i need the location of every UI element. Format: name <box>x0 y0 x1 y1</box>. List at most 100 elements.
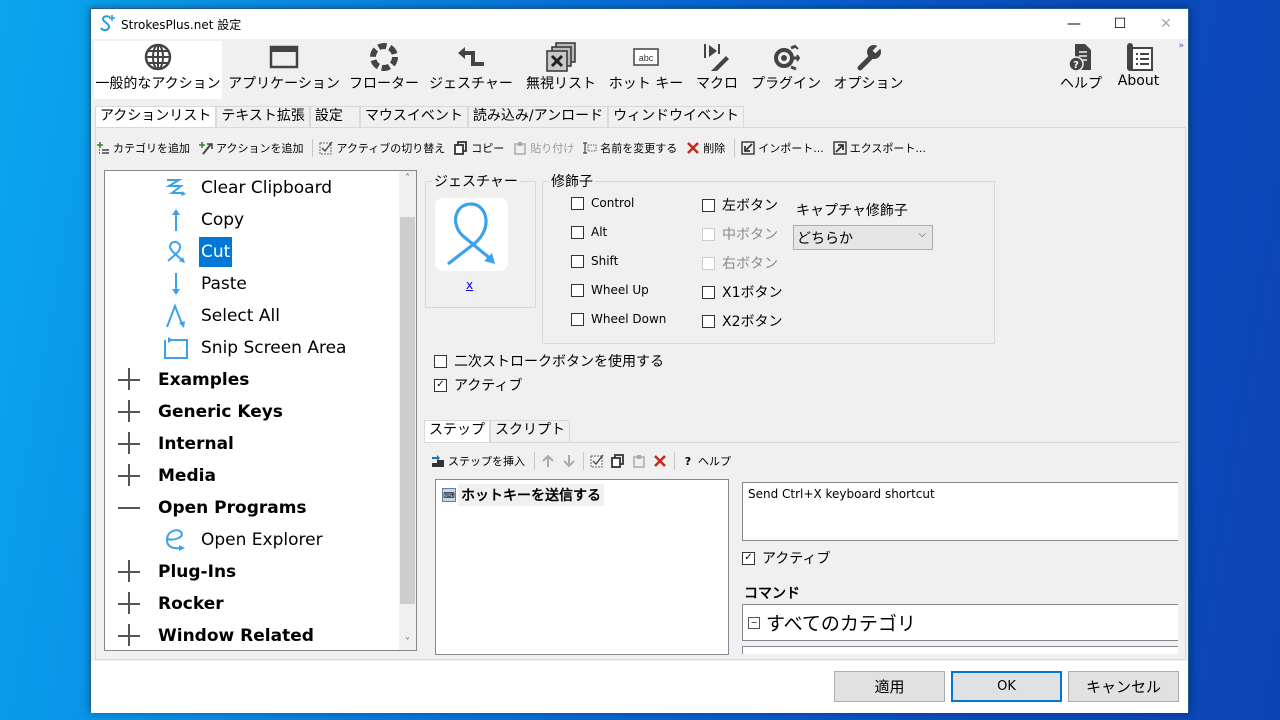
svg-text:?: ? <box>1073 60 1079 71</box>
x1-button-checkbox[interactable]: X1ボタン <box>702 282 783 302</box>
command-category-tree[interactable]: − すべてのカテゴリ <box>742 604 1178 641</box>
tree-item-copy[interactable]: Copy <box>162 205 246 235</box>
checkbox-label: X1ボタン <box>722 285 783 301</box>
tree-item-snip-screen-area[interactable]: Snip Screen Area <box>162 333 348 363</box>
add-action-button[interactable]: アクションを追加 <box>199 140 303 156</box>
step-toggle-active-button[interactable] <box>590 454 607 468</box>
ribbon-applications[interactable]: アプリケーション <box>228 41 340 99</box>
gesture-name-link[interactable]: x <box>466 278 473 292</box>
tab-action-list[interactable]: アクションリスト <box>95 106 217 128</box>
wheel-down-checkbox[interactable]: Wheel Down <box>571 312 666 326</box>
move-up-button[interactable] <box>541 454 558 468</box>
ribbon-label: ヘルプ <box>1060 76 1102 92</box>
tab-window-events[interactable]: ウィンドウイベント <box>608 106 745 127</box>
cancel-button[interactable]: キャンセル <box>1068 671 1179 702</box>
tab-load-unload[interactable]: 読み込み/アンロード <box>467 106 609 127</box>
export-button[interactable]: エクスポート... <box>833 140 926 156</box>
ribbon-help[interactable]: ? ヘルプ <box>1056 41 1106 99</box>
expand-icon[interactable] <box>118 624 142 648</box>
tree-item-cut[interactable]: Cut <box>162 237 233 267</box>
control-checkbox[interactable]: Control <box>571 196 634 210</box>
copy-button[interactable]: コピー <box>454 140 504 156</box>
right-button-checkbox[interactable]: 右ボタン <box>702 253 778 273</box>
import-button[interactable]: インポート... <box>741 140 824 156</box>
ribbon-ignore-list[interactable]: 無視リスト <box>526 41 596 99</box>
wheel-up-checkbox[interactable]: Wheel Up <box>571 283 649 297</box>
ok-button[interactable]: OK <box>951 671 1062 702</box>
tree-item-select-all[interactable]: Select All <box>162 301 282 331</box>
expand-icon[interactable] <box>118 560 142 584</box>
apply-button[interactable]: 適用 <box>834 671 945 702</box>
expand-icon[interactable] <box>118 592 142 616</box>
step-paste-button[interactable] <box>632 454 649 468</box>
tab-mouse-events[interactable]: マウスイベント <box>359 106 468 127</box>
collapse-box-icon[interactable]: − <box>748 616 760 629</box>
tree-category-internal[interactable]: Internal <box>118 429 234 459</box>
toolbar-separator <box>534 452 535 470</box>
tab-settings[interactable]: 設定 <box>309 106 360 127</box>
minimize-button[interactable]: — <box>1051 9 1097 39</box>
tree-item-open-explorer[interactable]: Open Explorer <box>162 525 325 555</box>
tree-item-paste[interactable]: Paste <box>162 269 249 299</box>
scroll-down-icon[interactable]: ˅ <box>399 637 416 648</box>
move-down-button[interactable] <box>562 454 579 468</box>
scroll-up-icon[interactable]: ˄ <box>399 173 416 184</box>
tree-category-plug-ins[interactable]: Plug-Ins <box>118 557 236 587</box>
tab-text-expansion[interactable]: テキスト拡張 <box>216 106 310 127</box>
x2-button-checkbox[interactable]: X2ボタン <box>702 311 783 331</box>
gesture-preview[interactable] <box>435 198 508 271</box>
tab-steps[interactable]: ステップ <box>424 420 490 442</box>
ribbon-hotkeys[interactable]: abc ホット キー <box>609 41 683 99</box>
step-active-checkbox[interactable]: ✓ アクティブ <box>742 548 830 568</box>
ribbon-about[interactable]: About <box>1116 41 1161 99</box>
delete-button[interactable]: 削除 <box>686 140 725 156</box>
tree-category-rocker[interactable]: Rocker <box>118 589 224 619</box>
ribbon-general-actions[interactable]: 一般的なアクション <box>94 41 222 99</box>
ribbon-macros[interactable]: マクロ <box>695 41 739 99</box>
scrollbar-thumb[interactable] <box>400 217 415 604</box>
secondary-stroke-checkbox[interactable]: 二次ストロークボタンを使用する <box>434 351 664 371</box>
tree-category-media[interactable]: Media <box>118 461 216 491</box>
tree-category-open-programs[interactable]: Open Programs <box>118 493 307 523</box>
step-item[interactable]: ⌨ ホットキーを送信する <box>442 484 604 506</box>
tree-category-examples[interactable]: Examples <box>118 365 249 395</box>
tree-scrollbar[interactable]: ˄ ˅ <box>399 171 416 650</box>
expand-icon[interactable] <box>118 432 142 456</box>
shift-checkbox[interactable]: Shift <box>571 254 618 268</box>
insert-step-button[interactable]: ステップを挿入 <box>431 453 525 469</box>
expand-icon[interactable] <box>118 400 142 424</box>
ribbon-options[interactable]: オプション <box>834 41 904 99</box>
toggle-active-button[interactable]: アクティブの切り替え <box>319 140 445 156</box>
capture-modifier-select[interactable]: どちらか ⌵ <box>793 225 933 250</box>
tree-category-generic-keys[interactable]: Generic Keys <box>118 397 283 427</box>
expand-icon[interactable] <box>118 464 142 488</box>
command-list-box[interactable] <box>742 646 1178 654</box>
ribbon-floater[interactable]: フローター <box>349 41 419 99</box>
left-button-checkbox[interactable]: 左ボタン <box>702 195 778 215</box>
tree-item-label: Open Explorer <box>201 530 323 550</box>
tree-category-window-related[interactable]: Window Related <box>118 621 314 650</box>
step-help-button[interactable]: ? ヘルプ <box>681 453 731 469</box>
step-copy-button[interactable] <box>611 454 628 468</box>
tree-item-clear-clipboard[interactable]: Clear Clipboard <box>162 173 334 203</box>
ribbon-plugins[interactable]: プラグイン <box>751 41 821 99</box>
paste-button[interactable]: 貼り付け <box>513 140 574 156</box>
select-value: どちらか <box>797 231 853 247</box>
expand-icon[interactable] <box>118 368 142 392</box>
action-tree[interactable]: Clear Clipboard Copy Cut Paste Select Al… <box>104 170 417 651</box>
step-list[interactable]: ⌨ ホットキーを送信する <box>435 479 729 655</box>
alt-checkbox[interactable]: Alt <box>571 225 607 239</box>
tab-script[interactable]: スクリプト <box>490 420 570 442</box>
step-delete-button[interactable] <box>653 454 670 468</box>
step-description-field[interactable]: Send Ctrl+X keyboard shortcut <box>742 482 1178 541</box>
close-button[interactable]: ✕ <box>1143 9 1189 39</box>
ribbon-gestures[interactable]: ジェスチャー <box>429 41 513 99</box>
ribbon-overflow-icon[interactable]: » <box>1178 41 1184 51</box>
middle-button-checkbox[interactable]: 中ボタン <box>702 224 778 244</box>
maximize-button[interactable]: ☐ <box>1097 9 1143 39</box>
collapse-icon[interactable] <box>118 496 142 520</box>
rename-button[interactable]: 名前を変更する <box>583 140 677 156</box>
category-label: Window Related <box>158 626 314 646</box>
add-category-button[interactable]: カテゴリを追加 <box>96 140 190 156</box>
action-active-checkbox[interactable]: ✓ アクティブ <box>434 375 522 395</box>
